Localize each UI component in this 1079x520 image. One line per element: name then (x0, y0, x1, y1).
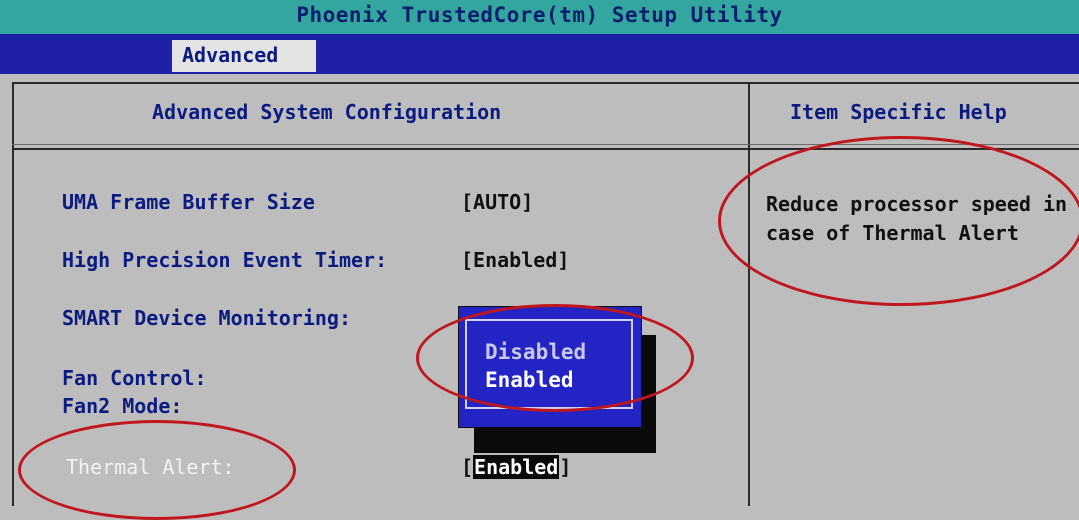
setting-value-hpet[interactable]: [Enabled] (461, 248, 569, 272)
setting-label-smart-monitoring[interactable]: SMART Device Monitoring: (62, 306, 351, 330)
option-popup: Disabled Enabled (458, 306, 642, 428)
help-panel-title: Item Specific Help (790, 100, 1007, 124)
setting-label-uma-frame-buffer[interactable]: UMA Frame Buffer Size (62, 190, 315, 214)
setting-label-thermal-alert[interactable]: Thermal Alert: (66, 455, 235, 479)
app-title: Phoenix TrustedCore(tm) Setup Utility (296, 3, 783, 27)
setting-value-uma-frame-buffer[interactable]: [AUTO] (461, 190, 533, 214)
tab-advanced[interactable]: Advanced (172, 40, 316, 72)
option-disabled[interactable]: Disabled (485, 340, 586, 364)
help-text: Reduce processor speed in case of Therma… (766, 192, 1068, 245)
setting-value-thermal-alert[interactable]: [Enabled] (461, 455, 571, 479)
header-rule-inner (12, 144, 1079, 145)
main-panel-title: Advanced System Configuration (152, 100, 502, 124)
setting-label-fan-control[interactable]: Fan Control: (62, 366, 207, 390)
setting-label-fan2-mode[interactable]: Fan2 Mode: (62, 394, 182, 418)
panel-divider (748, 82, 750, 506)
value-bracket-open: [ (461, 455, 474, 479)
setting-label-hpet[interactable]: High Precision Event Timer: (62, 248, 387, 272)
value-text: Enabled (473, 455, 560, 479)
menu-bar (0, 34, 1079, 74)
popup-frame (465, 319, 633, 409)
value-bracket-close: ] (559, 455, 572, 479)
header-rule (12, 148, 1079, 150)
option-enabled[interactable]: Enabled (485, 368, 574, 392)
title-bar: Phoenix TrustedCore(tm) Setup Utility (0, 0, 1079, 34)
